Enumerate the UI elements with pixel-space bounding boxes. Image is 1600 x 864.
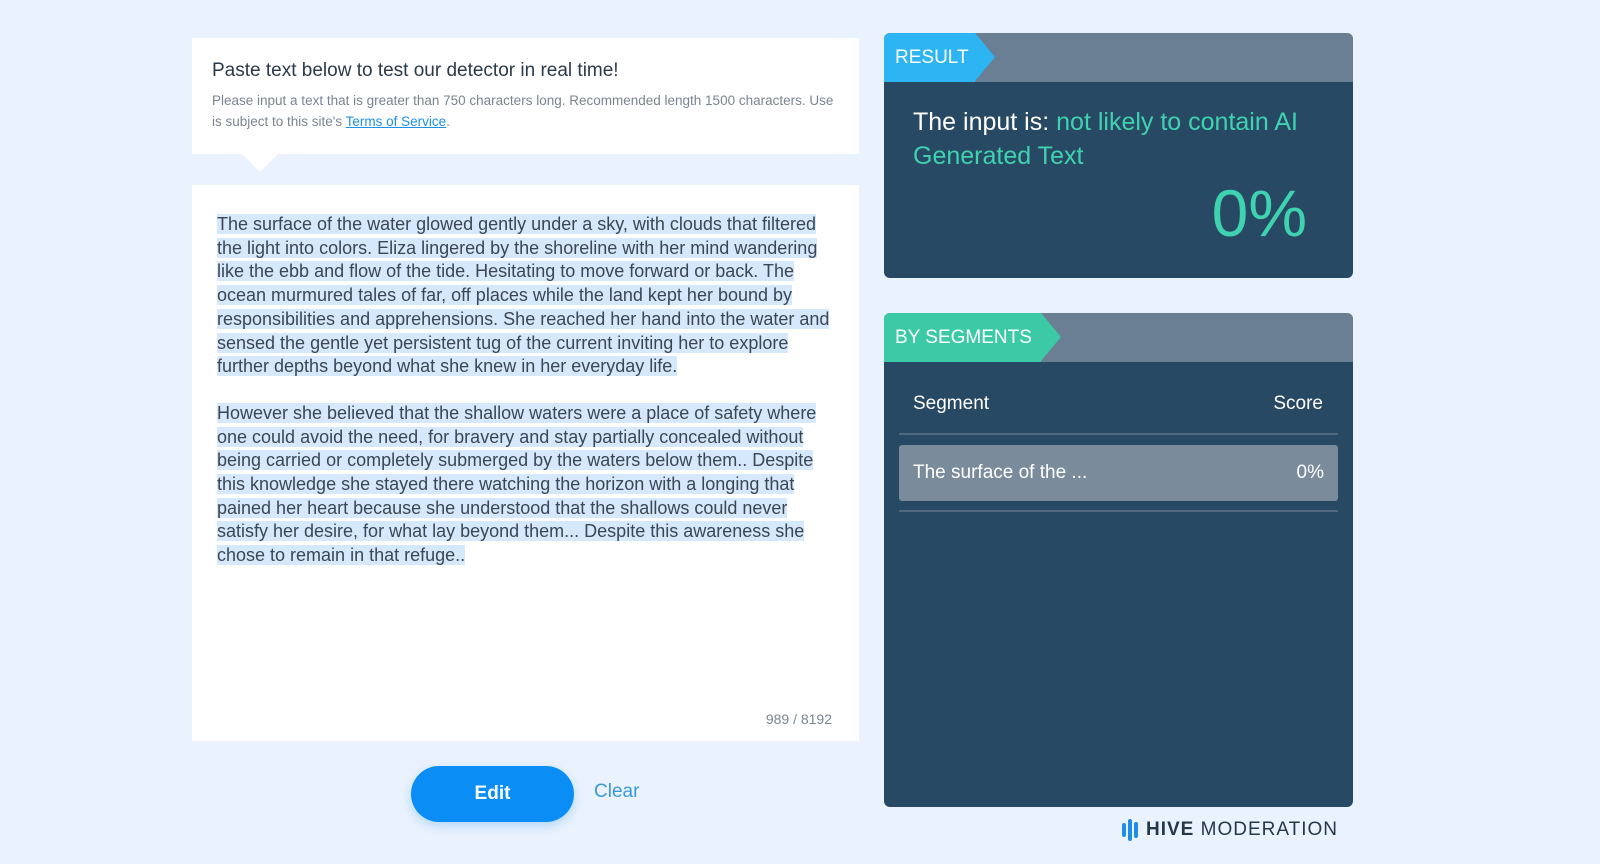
text-input-content[interactable]: The surface of the water glowed gently u… <box>217 213 837 591</box>
hive-logo-icon <box>1122 819 1138 841</box>
input-paragraph-1-text: The surface of the water glowed gently u… <box>217 214 830 377</box>
text-input-area[interactable]: The surface of the water glowed gently u… <box>192 185 859 741</box>
segments-tag: BY SEGMENTS <box>884 313 1061 362</box>
terms-of-service-link[interactable]: Terms of Service <box>346 114 447 129</box>
input-panel: Paste text below to test our detector in… <box>192 38 859 741</box>
row-divider <box>899 510 1338 512</box>
instructions-desc: Please input a text that is greater than… <box>212 93 834 129</box>
character-count: 989 / 8192 <box>765 711 832 727</box>
brand-name: HIVE MODERATION <box>1146 819 1338 841</box>
segment-column-header: Segment <box>913 393 990 414</box>
input-paragraph-1: The surface of the water glowed gently u… <box>217 213 837 379</box>
result-verdict: The input is: not likely to contain AI G… <box>913 105 1333 173</box>
instructions-box: Paste text below to test our detector in… <box>192 38 859 172</box>
result-tag: RESULT <box>884 33 995 82</box>
verdict-prefix: The input is: <box>913 108 1057 136</box>
score-column-header: Score <box>1273 393 1323 414</box>
segments-panel: BY SEGMENTS Segment Score The surface of… <box>884 313 1353 807</box>
hive-moderation-logo: HIVE MODERATION <box>1122 818 1338 842</box>
result-panel: RESULT The input is: not likely to conta… <box>884 33 1353 278</box>
result-header: RESULT <box>884 33 1353 82</box>
header-divider <box>899 433 1338 435</box>
brand-rest: MODERATION <box>1200 819 1339 840</box>
brand-bold: HIVE <box>1146 819 1195 840</box>
segment-row[interactable]: The surface of the ... 0% <box>899 445 1338 501</box>
clear-button[interactable]: Clear <box>594 781 639 803</box>
instructions-text: Please input a text that is greater than… <box>212 90 839 132</box>
input-paragraph-2: However she believed that the shallow wa… <box>217 402 837 568</box>
callout-pointer <box>242 154 278 172</box>
segments-header: BY SEGMENTS <box>884 313 1353 362</box>
input-paragraph-2-text: However she believed that the shallow wa… <box>217 402 817 566</box>
segment-text: The surface of the ... <box>913 462 1088 483</box>
instructions-title: Paste text below to test our detector in… <box>212 60 619 81</box>
segment-score: 0% <box>1296 462 1324 483</box>
instructions-period: . <box>446 114 450 129</box>
overall-score: 0% <box>1211 176 1307 250</box>
edit-button[interactable]: Edit <box>411 766 574 822</box>
